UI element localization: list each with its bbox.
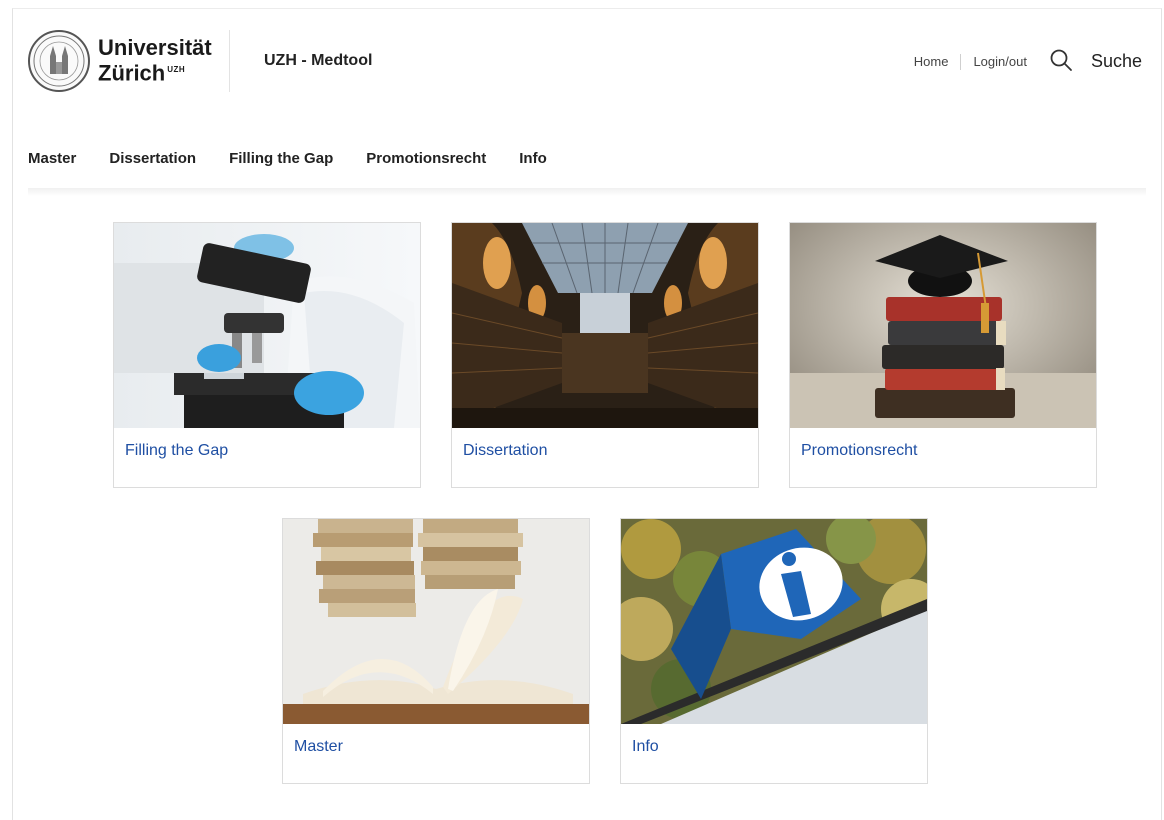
library-hall-image — [452, 223, 758, 428]
logo-sup: UZH — [167, 65, 186, 75]
logo-line1: Universität — [98, 35, 212, 61]
card-promotionsrecht[interactable]: Promotionsrecht — [789, 222, 1097, 488]
card-label[interactable]: Master — [294, 738, 343, 756]
card-label[interactable]: Dissertation — [463, 442, 547, 460]
link-divider — [960, 53, 962, 70]
microscope-lab-image — [114, 223, 420, 428]
uzh-seal-icon — [28, 30, 90, 92]
card-label[interactable]: Promotionsrecht — [801, 442, 918, 460]
nav-item-master[interactable]: Master — [28, 150, 76, 167]
search-label: Suche — [1090, 51, 1142, 71]
card-master[interactable]: Master — [282, 518, 590, 784]
top-links: Home Login/out Suche — [914, 48, 1142, 75]
search-icon — [1049, 48, 1073, 75]
header-divider — [229, 30, 230, 92]
nav-divider — [28, 188, 1146, 196]
card-filling-the-gap[interactable]: Filling the Gap — [113, 222, 421, 488]
books-graduation-cap-image — [790, 223, 1096, 428]
nav-item-promotionsrecht[interactable]: Promotionsrecht — [366, 150, 486, 167]
main-nav: Master Dissertation Filling the Gap Prom… — [28, 150, 580, 167]
login-link[interactable]: Login/out — [973, 54, 1027, 69]
card-dissertation[interactable]: Dissertation — [451, 222, 759, 488]
logo-line2: Zürich — [98, 60, 166, 86]
search-button[interactable]: Suche — [1049, 48, 1142, 75]
card-info[interactable]: Info — [620, 518, 928, 784]
card-label[interactable]: Filling the Gap — [125, 442, 228, 460]
card-label[interactable]: Info — [632, 738, 659, 756]
uzh-logo[interactable]: Universität Zürich UZH — [28, 30, 212, 92]
nav-item-dissertation[interactable]: Dissertation — [109, 150, 196, 167]
nav-item-info[interactable]: Info — [519, 150, 547, 167]
info-sign-image — [621, 519, 927, 724]
open-book-stack-image — [283, 519, 589, 724]
home-link[interactable]: Home — [914, 54, 949, 69]
nav-item-filling-the-gap[interactable]: Filling the Gap — [229, 150, 333, 167]
app-title[interactable]: UZH - Medtool — [264, 52, 372, 70]
